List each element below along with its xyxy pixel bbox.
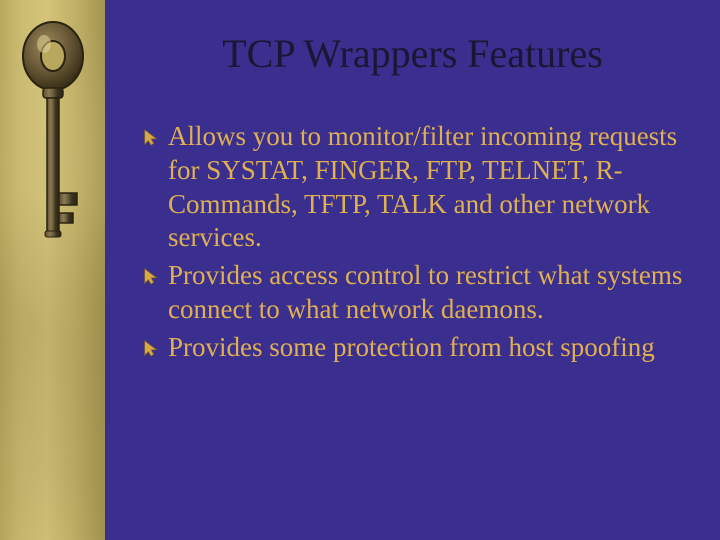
key-icon — [18, 18, 88, 268]
list-item: Provides access control to restrict what… — [140, 259, 692, 327]
slide-title: TCP Wrappers Features — [105, 30, 720, 77]
decorative-left-strip — [0, 0, 105, 540]
pointer-icon — [140, 261, 162, 291]
bullet-text: Allows you to monitor/filter incoming re… — [168, 120, 692, 255]
pointer-icon — [140, 122, 162, 152]
bullet-text: Provides access control to restrict what… — [168, 259, 692, 327]
list-item: Provides some protection from host spoof… — [140, 331, 692, 365]
bullet-text: Provides some protection from host spoof… — [168, 331, 655, 365]
bullet-list: Allows you to monitor/filter incoming re… — [140, 120, 692, 368]
pointer-icon — [140, 333, 162, 363]
list-item: Allows you to monitor/filter incoming re… — [140, 120, 692, 255]
